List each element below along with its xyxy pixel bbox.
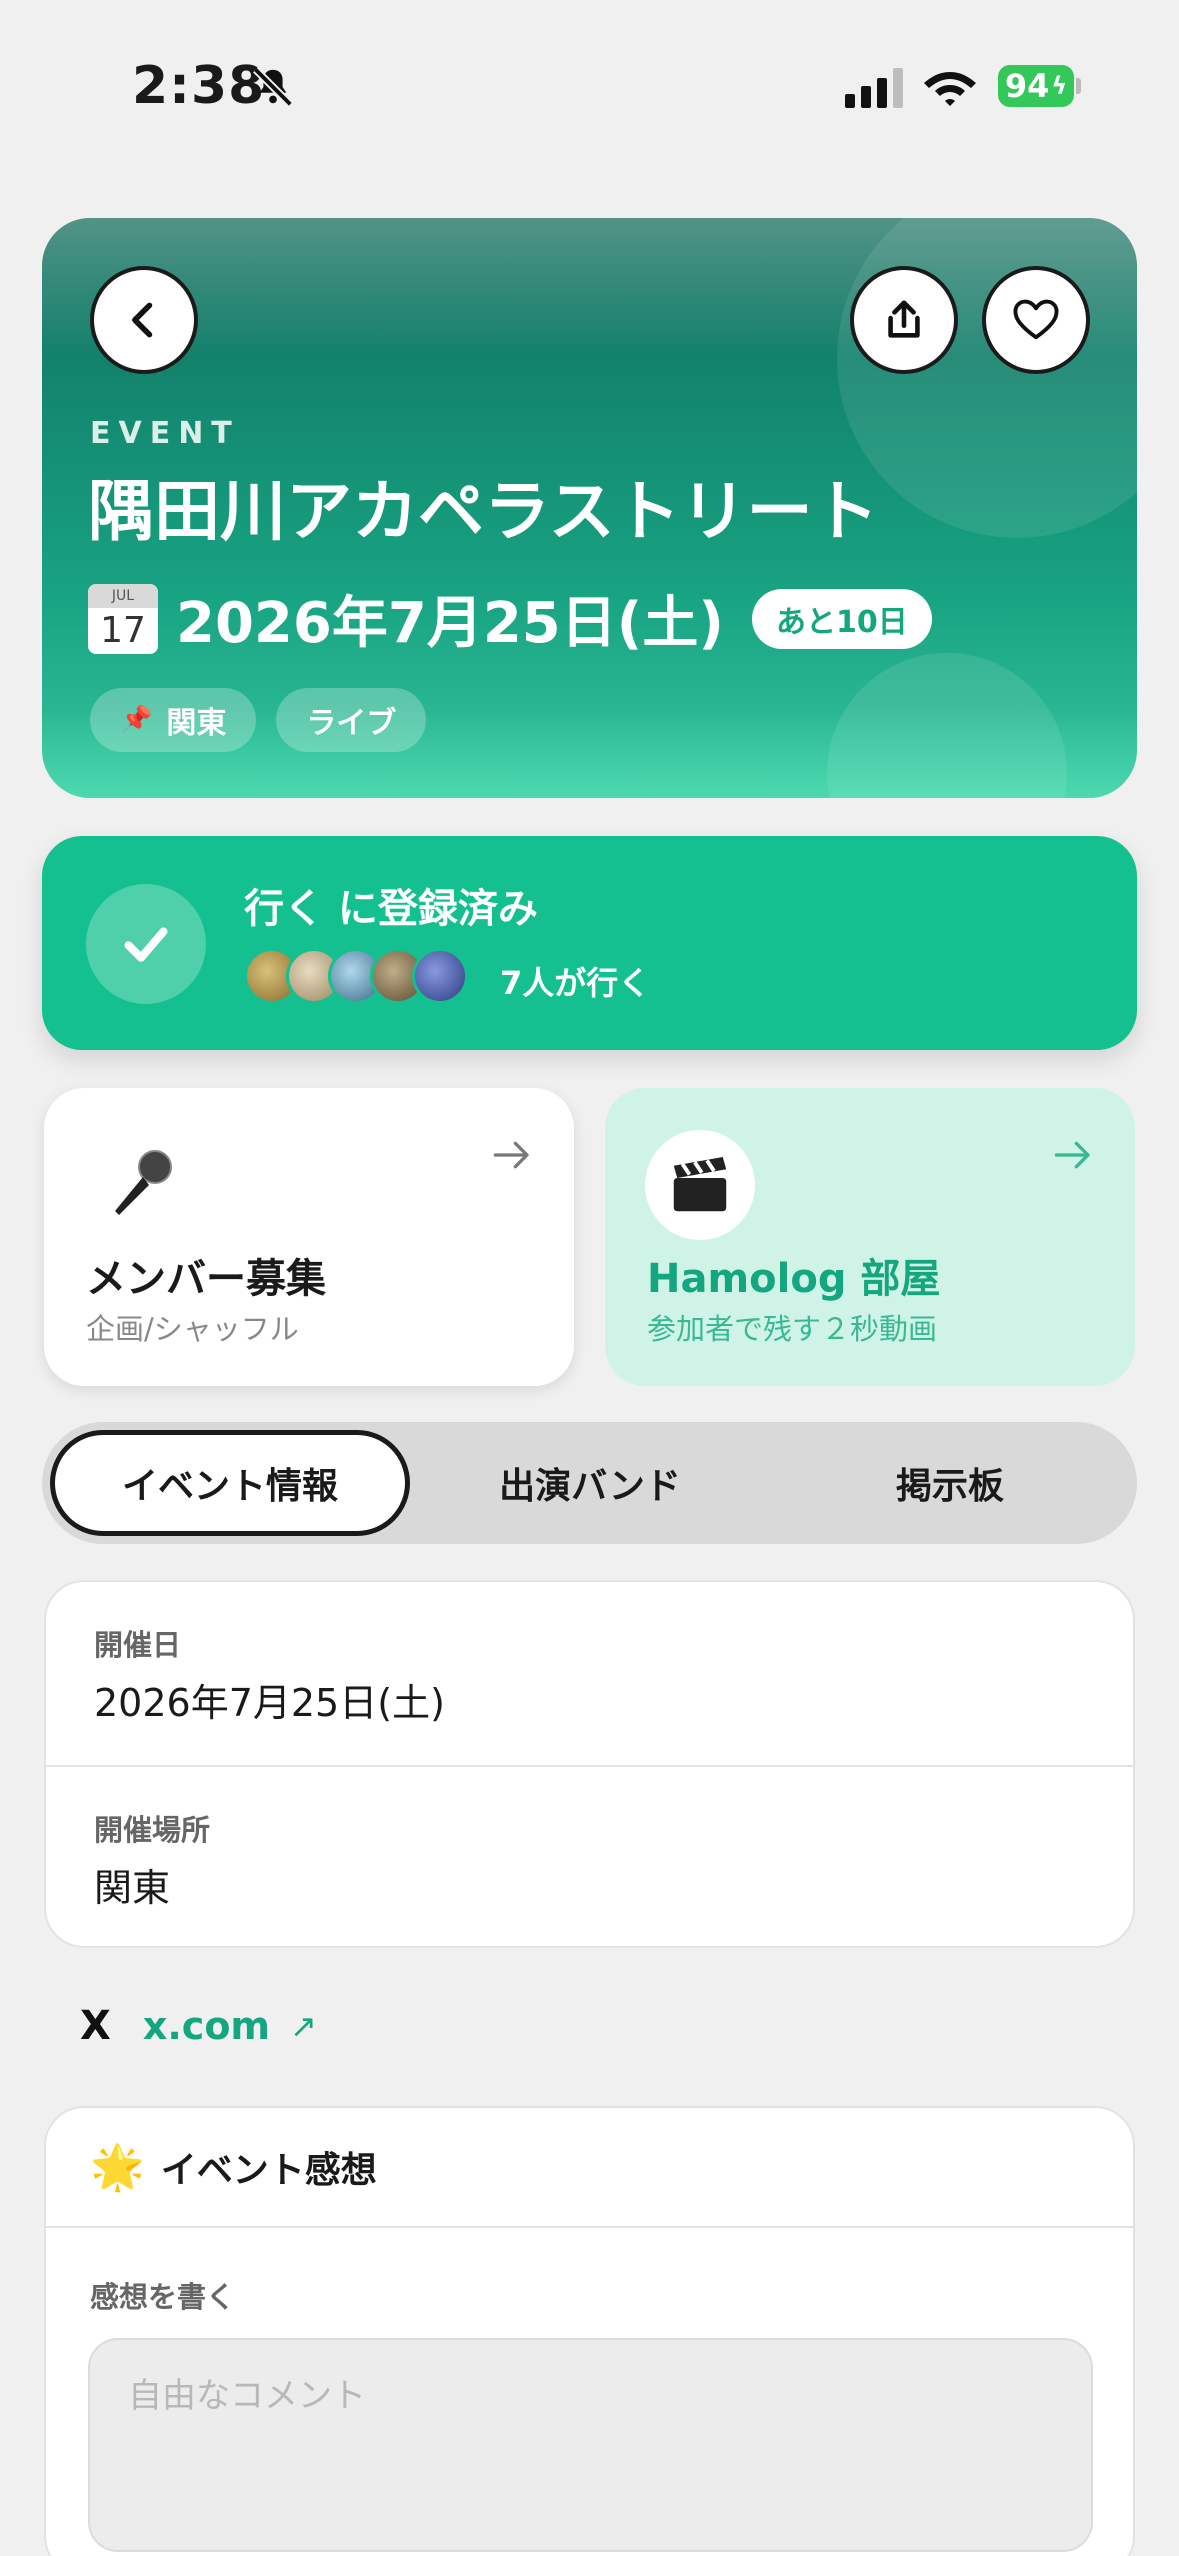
countdown-badge: あと10日 [751,588,932,649]
impressions-title: イベント感想 [160,2150,377,2191]
info-row-place: 開催場所 関東 [46,1765,1133,1946]
going-title: 行く に登録済み [244,886,538,932]
impressions-card: 🌟 イベント感想 感想を書く [44,2106,1135,2556]
impression-input[interactable] [88,2338,1093,2552]
date-label: 開催日 [94,1628,182,1662]
x-link-text: x.com [142,2004,271,2048]
tab-event-info[interactable]: イベント情報 [50,1430,410,1536]
pushpin-icon: 📌 [120,705,153,735]
status-time: 2:38 [132,56,266,116]
star-icon: 🌟 [90,2142,145,2193]
hamolog-room-card[interactable]: Hamolog 部屋 参加者で残す２秒動画 [605,1088,1135,1386]
external-link-icon: ↗ [290,2007,317,2045]
attendee-avatars[interactable] [244,948,468,1004]
favorite-button[interactable] [982,266,1090,374]
event-label: EVENT [90,416,240,451]
member-recruit-subtitle: 企画/シャッフル [86,1312,299,1346]
hamolog-title: Hamolog 部屋 [647,1256,941,1302]
tag-region[interactable]: 📌 関東 [90,688,257,752]
calendar-icon: JUL 17 [88,583,158,654]
section-tabs: イベント情報 出演バンド 掲示板 [42,1422,1137,1544]
tab-board[interactable]: 掲示板 [770,1430,1130,1536]
tag-label: ライブ [306,706,397,741]
going-status-card[interactable]: 行く に登録済み 7人が行く [42,836,1137,1050]
event-tags: 📌 関東 ライブ [90,688,427,752]
bell-muted-icon [253,67,293,107]
write-impression-label: 感想を書く [90,2280,236,2314]
arrow-right-icon [493,1141,529,1169]
event-date-row: JUL 17 2026年7月25日(土) あと10日 [88,578,932,659]
tag-label: 関東 [166,706,227,741]
share-button[interactable] [850,266,958,374]
member-recruit-card[interactable]: メンバー募集 企画/シャッフル [44,1088,574,1386]
status-bar: 2:38 94 ϟ [0,0,1179,170]
info-row-date: 開催日 2026年7月25日(土) [46,1582,1133,1765]
wifi-icon [924,72,976,106]
back-button[interactable] [90,266,198,374]
hero-decor-circle [837,218,1137,538]
hamolog-subtitle: 参加者で残す２秒動画 [647,1312,938,1346]
share-icon [888,300,920,338]
x-link[interactable]: X x.com ↗ [80,2003,317,2049]
calendar-month: JUL [88,583,158,608]
event-title: 隅田川アカペラストリート [88,473,879,550]
tag-genre[interactable]: ライブ [276,688,427,752]
tab-bands[interactable]: 出演バンド [410,1430,770,1536]
battery-tip [1076,78,1081,94]
arrow-right-icon [1054,1141,1090,1169]
impressions-header: 🌟 イベント感想 [46,2108,1133,2228]
charging-bolt-icon: ϟ [1051,72,1068,100]
event-info-card: 開催日 2026年7月25日(土) 開催場所 関東 [44,1580,1135,1948]
avatar [412,948,468,1004]
member-recruit-title: メンバー募集 [86,1256,326,1302]
battery-level: 94 [1004,67,1050,105]
microphone-icon [84,1130,194,1240]
clapper-board-icon [645,1130,755,1240]
date-value: 2026年7月25日(土) [94,1681,445,1725]
event-hero: EVENT 隅田川アカペラストリート JUL 17 2026年7月25日(土) … [42,218,1137,798]
place-value: 関東 [94,1866,171,1910]
x-logo-icon: X [80,2003,111,2049]
check-icon [86,884,206,1004]
attendee-count: 7人が行く [500,964,651,1002]
cellular-signal-icon [845,68,903,108]
calendar-day: 17 [100,609,146,651]
chevron-left-icon [132,302,153,338]
battery-indicator: 94 ϟ [998,65,1074,107]
heart-icon [1013,299,1059,340]
event-date: 2026年7月25日(土) [176,591,724,656]
place-label: 開催場所 [94,1813,211,1847]
